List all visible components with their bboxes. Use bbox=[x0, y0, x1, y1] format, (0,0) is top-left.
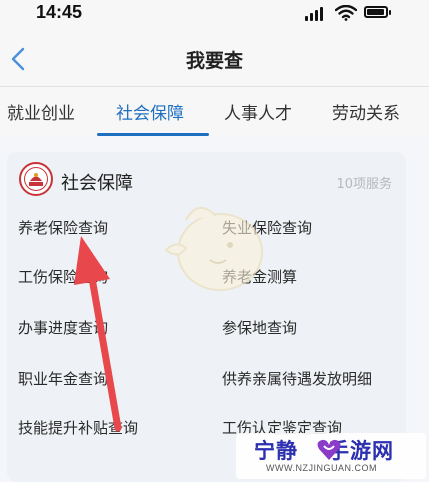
tab-personnel[interactable]: 人事人才 bbox=[224, 99, 292, 124]
signal-icon bbox=[305, 7, 327, 21]
heart-logo-icon bbox=[317, 439, 341, 460]
social-security-emblem-icon bbox=[19, 162, 53, 196]
watermark-name-left: 宁静 bbox=[254, 439, 298, 463]
battery-icon bbox=[364, 6, 391, 18]
category-tabs: 就业创业 社会保障 人事人才 劳动关系 bbox=[0, 87, 429, 137]
status-time: 14:45 bbox=[36, 2, 83, 22]
item-progress-query[interactable]: 办事进度查询 bbox=[18, 317, 108, 338]
nav-bar: 我要查 bbox=[0, 30, 429, 87]
item-work-injury-insurance-query[interactable]: 工伤保险查询 bbox=[18, 266, 108, 287]
tab-employment[interactable]: 就业创业 bbox=[7, 99, 75, 124]
item-insured-location-query[interactable]: 参保地查询 bbox=[222, 317, 297, 338]
page-title: 我要查 bbox=[185, 50, 243, 72]
service-count: 10项服务 bbox=[336, 177, 392, 192]
tab-social-security[interactable]: 社会保障 bbox=[116, 99, 184, 124]
item-occupational-annuity-query[interactable]: 职业年金查询 bbox=[18, 368, 108, 389]
card-title: 社会保障 bbox=[61, 173, 133, 194]
status-bar: 14:45 bbox=[0, 0, 429, 30]
wifi-icon bbox=[335, 5, 357, 21]
active-tab-indicator bbox=[97, 133, 209, 136]
tab-labor-relations[interactable]: 劳动关系 bbox=[332, 99, 400, 124]
mascot-watermark-image bbox=[164, 207, 263, 291]
item-pension-insurance-query[interactable]: 养老保险查询 bbox=[18, 217, 108, 238]
item-skill-subsidy-query[interactable]: 技能提升补贴查询 bbox=[18, 417, 138, 438]
item-dependent-benefit-details[interactable]: 供养亲属待遇发放明细 bbox=[222, 368, 372, 389]
watermark-url: WWW.NZJINGUAN.COM bbox=[266, 463, 377, 473]
site-watermark: 宁静 手游网 WWW.NZJINGUAN.COM bbox=[236, 433, 426, 479]
